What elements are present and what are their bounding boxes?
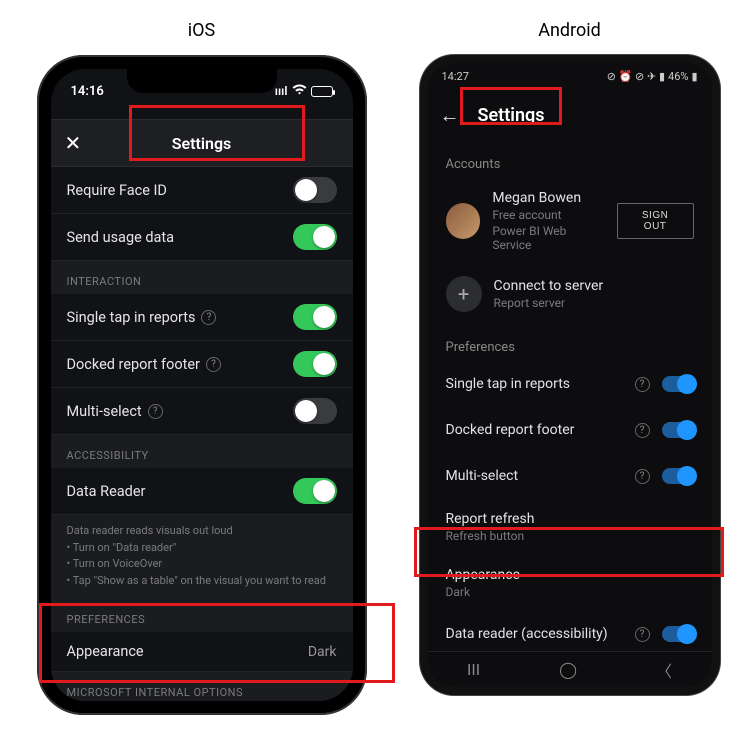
- row-a-appearance[interactable]: Appearance Dark: [428, 555, 712, 611]
- iphone-screen: 14:16 ıııl ✕ Settings Require Face ID: [51, 69, 353, 701]
- row-label: Single tap in reports ?: [67, 309, 217, 326]
- toggle-a-docked[interactable]: [662, 422, 694, 438]
- row-label: Require Face ID: [67, 182, 167, 199]
- toggle-a-single-tap[interactable]: [662, 376, 694, 392]
- row-a-single-tap[interactable]: Single tap in reports ?: [428, 361, 712, 407]
- row-a-multi[interactable]: Multi-select ?: [428, 453, 712, 499]
- avatar: [446, 203, 481, 239]
- signal-icon: ıııl: [275, 84, 288, 98]
- ios-header: ✕ Settings: [51, 119, 353, 167]
- android-navbar: III ◯ 〈: [428, 651, 712, 687]
- close-icon[interactable]: ✕: [65, 131, 82, 155]
- help-icon[interactable]: ?: [635, 423, 650, 438]
- help-icon[interactable]: ?: [635, 627, 650, 642]
- android-header-title: Settings: [478, 105, 545, 126]
- connect-labels: Connect to server Report server: [494, 278, 604, 310]
- row-data-reader[interactable]: Data Reader: [51, 468, 353, 515]
- android-scroll[interactable]: Accounts Megan Bowen Free account Power …: [428, 141, 712, 651]
- row-label: Send usage data: [67, 229, 175, 246]
- android-column: Android 14:27 ⊘ ⏰ ⊘ ✈ ▮ 46% ▮ ← Settings…: [420, 20, 720, 717]
- help-icon[interactable]: ?: [635, 469, 650, 484]
- ios-scroll[interactable]: Require Face ID Send usage data INTERACT…: [51, 167, 353, 701]
- status-icons: ⊘ ⏰ ⊘ ✈ ▮: [607, 70, 665, 83]
- toggle-multi[interactable]: [293, 398, 337, 424]
- toggle-a-data-reader[interactable]: [662, 626, 694, 642]
- row-appearance[interactable]: Appearance Dark: [51, 632, 353, 672]
- toggle-docked[interactable]: [293, 351, 337, 377]
- ios-time: 14:16: [71, 84, 104, 99]
- row-label: Appearance: [67, 643, 144, 660]
- toggle-data-reader[interactable]: [293, 478, 337, 504]
- row-docked[interactable]: Docked report footer ?: [51, 341, 353, 388]
- android-status-right: ⊘ ⏰ ⊘ ✈ ▮ 46% ▮: [607, 70, 698, 83]
- ios-label: iOS: [188, 20, 215, 41]
- battery-icon: [311, 86, 333, 97]
- row-single-tap[interactable]: Single tap in reports ?: [51, 294, 353, 341]
- battery-icon: ▮: [691, 70, 697, 83]
- android-header: ← Settings: [428, 89, 712, 141]
- help-icon[interactable]: ?: [148, 404, 163, 419]
- help-icon[interactable]: ?: [635, 377, 650, 392]
- iphone-frame: 14:16 ıııl ✕ Settings Require Face ID: [37, 55, 367, 715]
- plus-icon[interactable]: +: [446, 276, 482, 312]
- row-a-refresh[interactable]: Report refresh Refresh button: [428, 499, 712, 555]
- nav-recents-icon[interactable]: III: [467, 660, 480, 679]
- signout-button[interactable]: SIGN OUT: [617, 203, 694, 239]
- toggle-a-multi[interactable]: [662, 468, 694, 484]
- section-interaction: INTERACTION: [51, 261, 353, 294]
- row-multi[interactable]: Multi-select ?: [51, 388, 353, 435]
- toggle-single-tap[interactable]: [293, 304, 337, 330]
- iphone-notch: [127, 69, 277, 93]
- row-a-data-reader[interactable]: Data reader (accessibility) ?: [428, 611, 712, 651]
- android-label: Android: [538, 20, 601, 41]
- section-preferences: PREFERENCES: [51, 599, 353, 632]
- toggle-usage[interactable]: [293, 224, 337, 250]
- section-accessibility: ACCESSIBILITY: [51, 435, 353, 468]
- row-connect-server[interactable]: + Connect to server Report server: [428, 264, 712, 324]
- section-accounts: Accounts: [428, 141, 712, 178]
- section-msinternal: MICROSOFT INTERNAL OPTIONS: [51, 672, 353, 701]
- row-a-docked[interactable]: Docked report footer ?: [428, 407, 712, 453]
- android-time: 14:27: [442, 70, 469, 83]
- ios-column: iOS 14:16 ıııl ✕ Settings Requi: [37, 20, 367, 717]
- row-label: Data Reader: [67, 483, 146, 500]
- ios-status-right: ıııl: [275, 84, 333, 98]
- row-face-id[interactable]: Require Face ID: [51, 167, 353, 214]
- wifi-icon: [292, 84, 307, 98]
- help-icon[interactable]: ?: [201, 310, 216, 325]
- android-frame: 14:27 ⊘ ⏰ ⊘ ✈ ▮ 46% ▮ ← Settings Account…: [420, 55, 720, 695]
- ios-header-title: Settings: [172, 134, 232, 153]
- nav-home-icon[interactable]: ◯: [559, 660, 577, 679]
- row-account[interactable]: Megan Bowen Free account Power BI Web Se…: [428, 178, 712, 264]
- android-status-bar: 14:27 ⊘ ⏰ ⊘ ✈ ▮ 46% ▮: [428, 63, 712, 89]
- row-usage[interactable]: Send usage data: [51, 214, 353, 261]
- section-preferences: Preferences: [428, 324, 712, 361]
- android-screen: 14:27 ⊘ ⏰ ⊘ ✈ ▮ 46% ▮ ← Settings Account…: [428, 63, 712, 687]
- row-label: Multi-select ?: [67, 403, 163, 420]
- row-label: Docked report footer ?: [67, 356, 221, 373]
- data-reader-note: Data reader reads visuals out loud • Tur…: [51, 515, 353, 599]
- toggle-face-id[interactable]: [293, 177, 337, 203]
- back-icon[interactable]: ←: [440, 103, 460, 128]
- account-labels: Megan Bowen Free account Power BI Web Se…: [492, 190, 604, 252]
- nav-back-icon[interactable]: 〈: [656, 658, 672, 682]
- appearance-value: Dark: [308, 644, 337, 660]
- battery-text: 46%: [668, 70, 688, 83]
- help-icon[interactable]: ?: [206, 357, 221, 372]
